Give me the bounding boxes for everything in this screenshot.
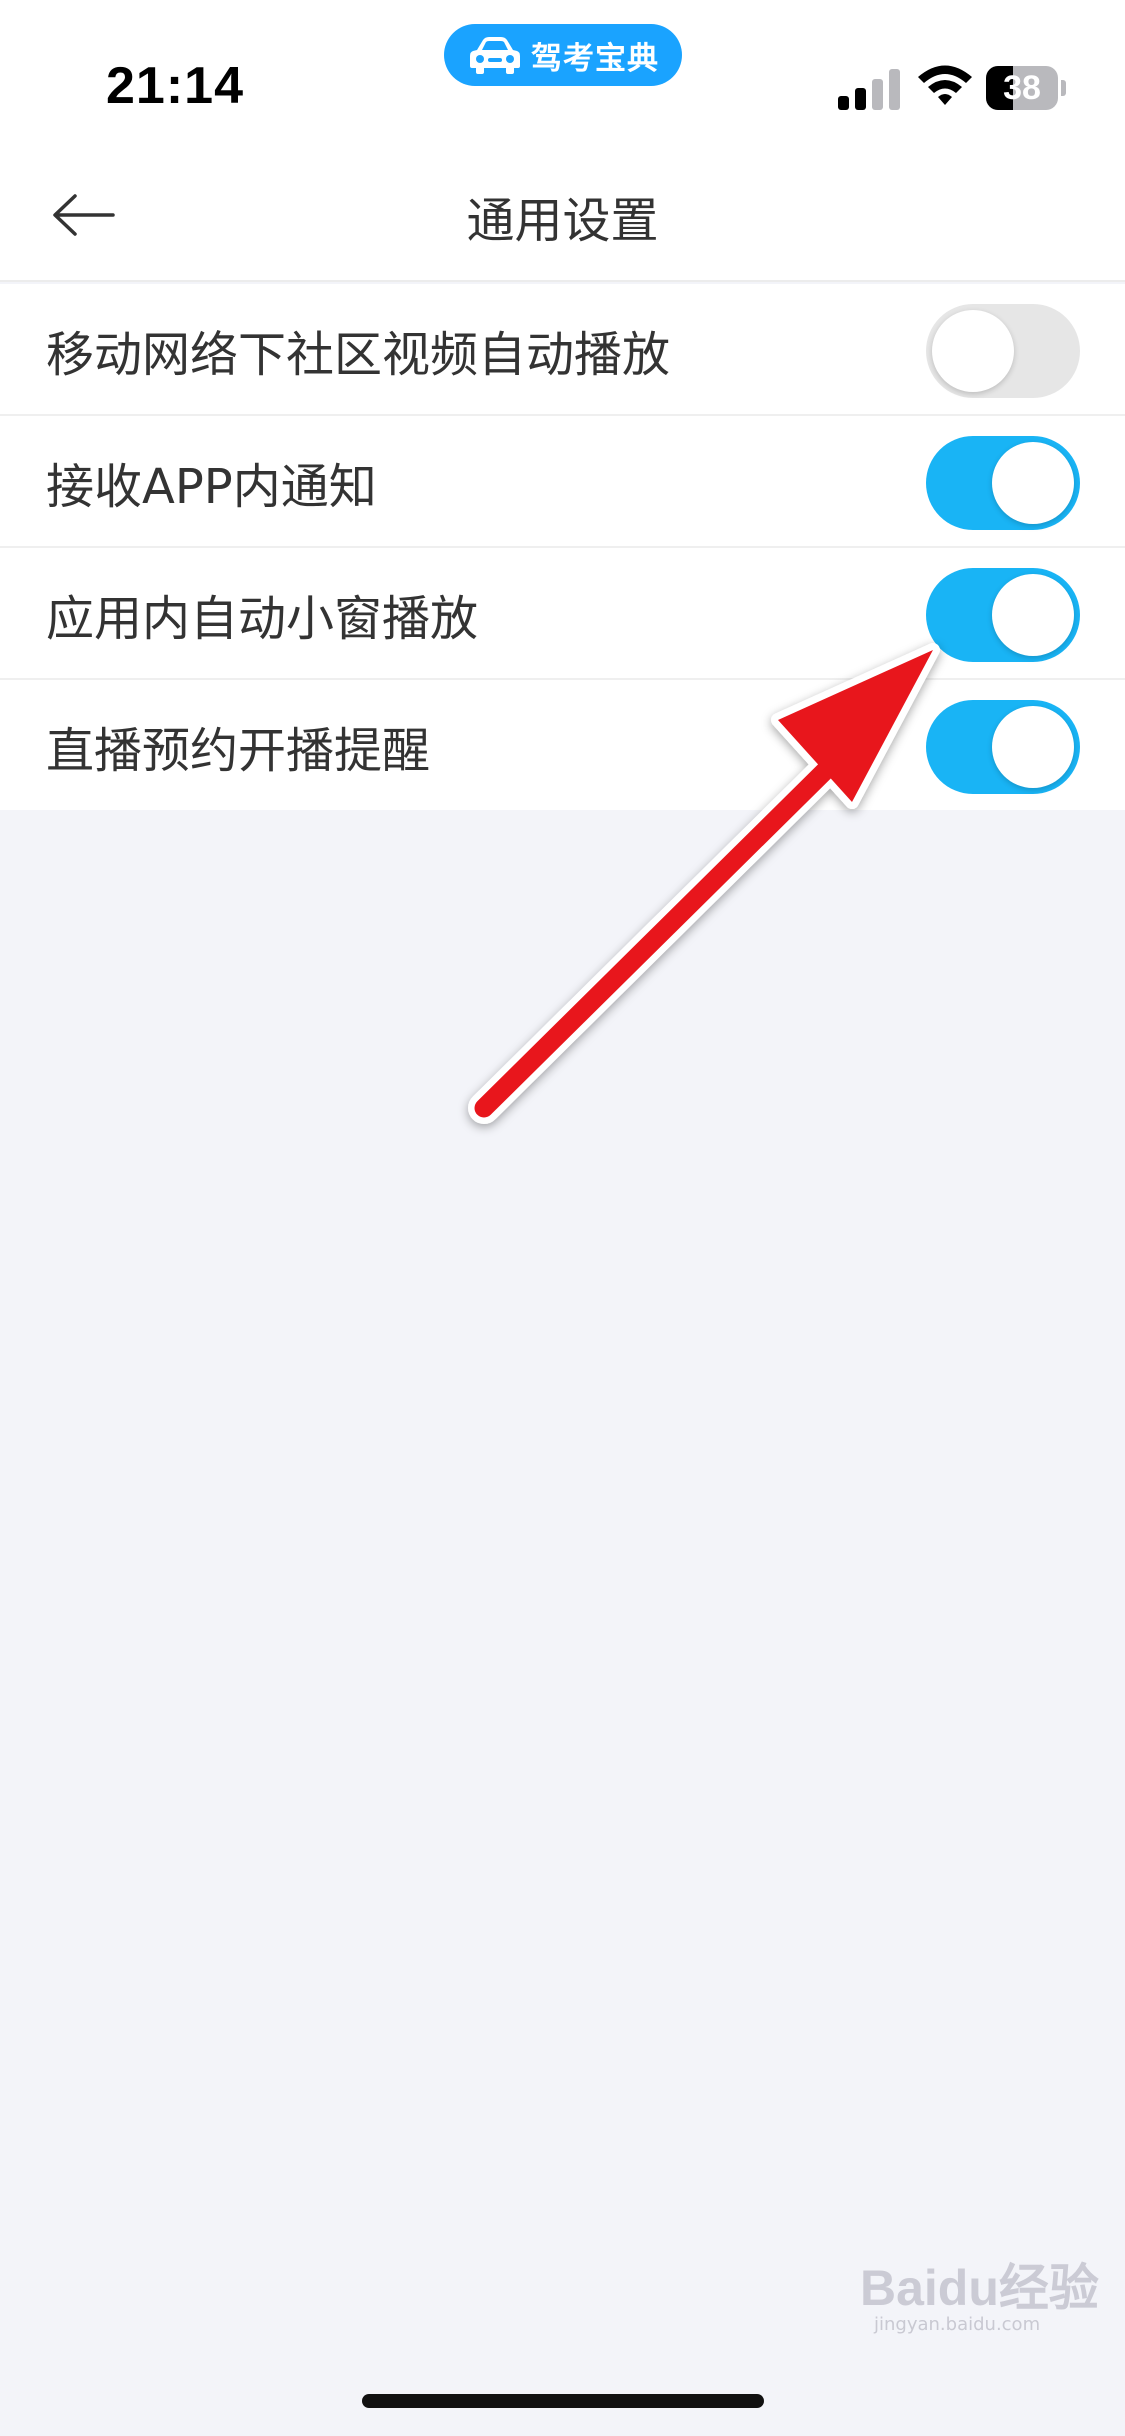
setting-label: 应用内自动小窗播放 xyxy=(46,591,479,647)
toggle-knob xyxy=(992,442,1074,524)
setting-label: 直播预约开播提醒 xyxy=(46,723,431,779)
page-title: 通用设置 xyxy=(466,193,659,249)
cellular-signal-icon xyxy=(838,69,900,110)
battery-body: 38 xyxy=(986,66,1058,110)
arrow-left-icon xyxy=(53,194,115,236)
setting-label: 移动网络下社区视频自动播放 xyxy=(46,327,671,383)
toggle-switch[interactable] xyxy=(926,436,1080,530)
toggle-switch[interactable] xyxy=(926,700,1080,794)
battery-level: 38 xyxy=(1003,68,1041,107)
setting-row-app-notifications: 接收APP内通知 xyxy=(0,416,1125,548)
car-icon xyxy=(470,37,520,74)
watermark: Baidu经验 jingyan.baidu.com xyxy=(860,2248,1099,2368)
navigation-bar: 通用设置 xyxy=(0,150,1125,282)
app-return-label: 驾考宝典 xyxy=(531,40,659,77)
toggle-switch[interactable] xyxy=(926,304,1080,398)
battery-cap xyxy=(1061,80,1066,96)
setting-row-live-reminder: 直播预约开播提醒 xyxy=(0,680,1125,810)
toggle-knob xyxy=(992,706,1074,788)
toggle-knob xyxy=(932,310,1014,392)
setting-row-mini-window-playback: 应用内自动小窗播放 xyxy=(0,548,1125,680)
watermark-logo: Baidu经验 xyxy=(860,2260,1099,2316)
battery-indicator: 38 xyxy=(986,66,1066,110)
setting-label: 接收APP内通知 xyxy=(46,459,377,515)
watermark-url: jingyan.baidu.com xyxy=(874,2314,1041,2335)
wifi-icon xyxy=(918,65,972,105)
status-time: 21:14 xyxy=(106,57,244,115)
back-button[interactable] xyxy=(44,180,124,250)
toggle-switch[interactable] xyxy=(926,568,1080,662)
status-bar: 21:14 驾考宝典 38 xyxy=(0,0,1125,150)
settings-list: 移动网络下社区视频自动播放 接收APP内通知 应用内自动小窗播放 直播预约开播提… xyxy=(0,284,1125,810)
app-return-badge[interactable]: 驾考宝典 xyxy=(444,24,682,86)
setting-row-mobile-autoplay: 移动网络下社区视频自动播放 xyxy=(0,284,1125,416)
toggle-knob xyxy=(992,574,1074,656)
home-indicator[interactable] xyxy=(362,2394,764,2408)
